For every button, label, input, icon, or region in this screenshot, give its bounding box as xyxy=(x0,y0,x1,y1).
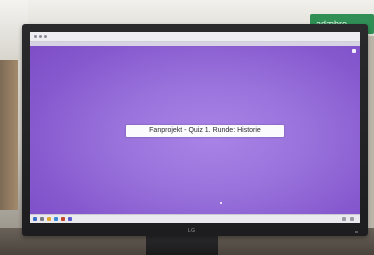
window-dot-icon xyxy=(44,35,47,38)
browser-toolbar xyxy=(30,32,360,42)
search-icon xyxy=(40,217,44,221)
background-wood-panel xyxy=(0,60,18,210)
power-led xyxy=(355,231,358,233)
quiz-title-card: Fanprojekt - Quiz 1. Runde: Historie xyxy=(126,125,284,137)
clock-icon xyxy=(350,217,354,221)
start-icon xyxy=(33,217,37,221)
app-icon xyxy=(61,217,65,221)
corner-icon xyxy=(352,49,356,53)
folder-icon xyxy=(47,217,51,221)
monitor: Fanprojekt - Quiz 1. Runde: Historie LG xyxy=(22,24,368,236)
browser-icon xyxy=(54,217,58,221)
monitor-screen: Fanprojekt - Quiz 1. Runde: Historie xyxy=(30,32,360,223)
browser-address-bar xyxy=(30,42,360,46)
app-icon xyxy=(68,217,72,221)
window-dot-icon xyxy=(34,35,37,38)
monitor-brand-logo: LG xyxy=(188,228,196,234)
monitor-stand xyxy=(146,236,218,255)
taskbar xyxy=(30,214,360,223)
tray-icon xyxy=(342,217,346,221)
photo-scene: adæbro Fanprojekt - Quiz 1. Runde: Histo… xyxy=(0,0,374,255)
mouse-cursor-icon xyxy=(220,202,222,204)
window-dot-icon xyxy=(39,35,42,38)
